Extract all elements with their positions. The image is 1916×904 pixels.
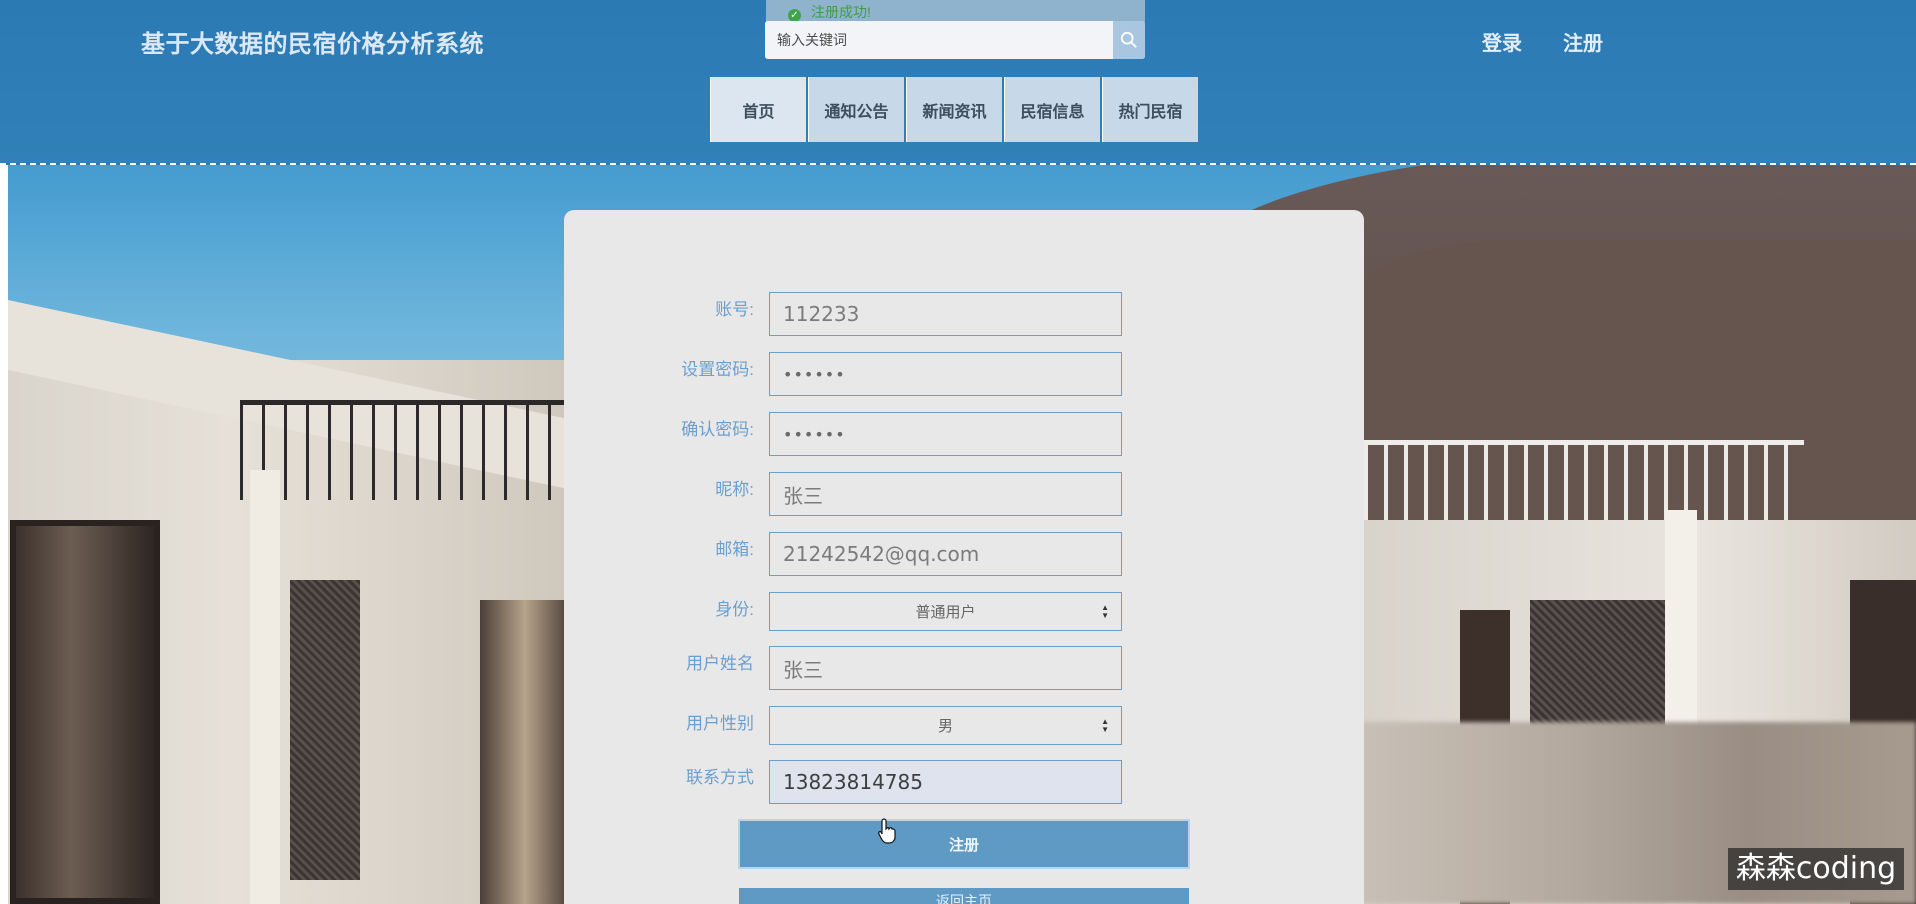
- gender-select[interactable]: 男 ▲ ▼: [769, 706, 1122, 745]
- register-link[interactable]: 注册: [1563, 27, 1603, 56]
- search-box: [765, 21, 1145, 59]
- confirm-password-label: 确认密码:: [681, 420, 754, 439]
- toast-message: 注册成功!: [811, 4, 871, 20]
- page-left-edge: [0, 165, 8, 904]
- search-button[interactable]: [1113, 21, 1145, 59]
- left-pillar: [250, 470, 280, 904]
- search-icon: [1120, 31, 1137, 48]
- nav-news[interactable]: 新闻资讯: [906, 77, 1002, 142]
- left-balcony-railing: [240, 400, 570, 500]
- phone-label: 联系方式: [686, 768, 754, 787]
- nav-notices[interactable]: 通知公告: [808, 77, 904, 142]
- main-nav: 首页 通知公告 新闻资讯 民宿信息 热门民宿: [710, 77, 1198, 142]
- back-home-button[interactable]: 返回主页: [739, 888, 1189, 904]
- nav-homestay-info[interactable]: 民宿信息: [1004, 77, 1100, 142]
- role-select[interactable]: 普通用户 ▲ ▼: [769, 592, 1122, 631]
- site-title: 基于大数据的民宿价格分析系统: [141, 31, 484, 58]
- account-label: 账号:: [715, 300, 754, 319]
- register-submit-button[interactable]: 注册: [738, 819, 1190, 869]
- site-header: 基于大数据的民宿价格分析系统 ✓注册成功! 登录 注册 首页 通知公告 新闻资讯…: [0, 0, 1916, 165]
- watermark: 森森coding: [1728, 848, 1904, 890]
- left-door: [10, 520, 160, 904]
- password-field[interactable]: ••••••: [769, 352, 1122, 396]
- success-toast: ✓ 注册成功!: [766, 0, 1145, 22]
- confirm-password-field[interactable]: ••••••: [769, 412, 1122, 456]
- nav-home[interactable]: 首页: [710, 77, 806, 142]
- right-balcony-railing: [1364, 440, 1804, 520]
- nickname-label: 昵称:: [715, 480, 754, 499]
- real-name-label: 用户姓名: [686, 654, 754, 673]
- gender-label: 用户性别: [686, 714, 754, 733]
- select-arrows-icon: ▲ ▼: [1101, 717, 1109, 734]
- nickname-field[interactable]: 张三: [769, 472, 1122, 516]
- login-link[interactable]: 登录: [1482, 27, 1522, 56]
- nav-popular-homestays[interactable]: 热门民宿: [1102, 77, 1198, 142]
- left-window-screen: [290, 580, 360, 880]
- search-input[interactable]: [765, 21, 1113, 59]
- role-select-value: 普通用户: [915, 604, 976, 621]
- password-label: 设置密码:: [681, 360, 754, 379]
- email-field[interactable]: 21242542@qq.com: [769, 532, 1122, 576]
- role-label: 身份:: [715, 600, 754, 619]
- account-field[interactable]: 112233: [769, 292, 1122, 336]
- phone-field[interactable]: 13823814785: [769, 760, 1122, 804]
- gender-select-value: 男: [937, 718, 953, 735]
- hand-cursor-icon: [878, 818, 896, 844]
- email-label: 邮箱:: [715, 540, 754, 559]
- select-arrows-icon: ▲ ▼: [1101, 603, 1109, 620]
- left-glass-door: [480, 600, 570, 904]
- real-name-field[interactable]: 张三: [769, 646, 1122, 690]
